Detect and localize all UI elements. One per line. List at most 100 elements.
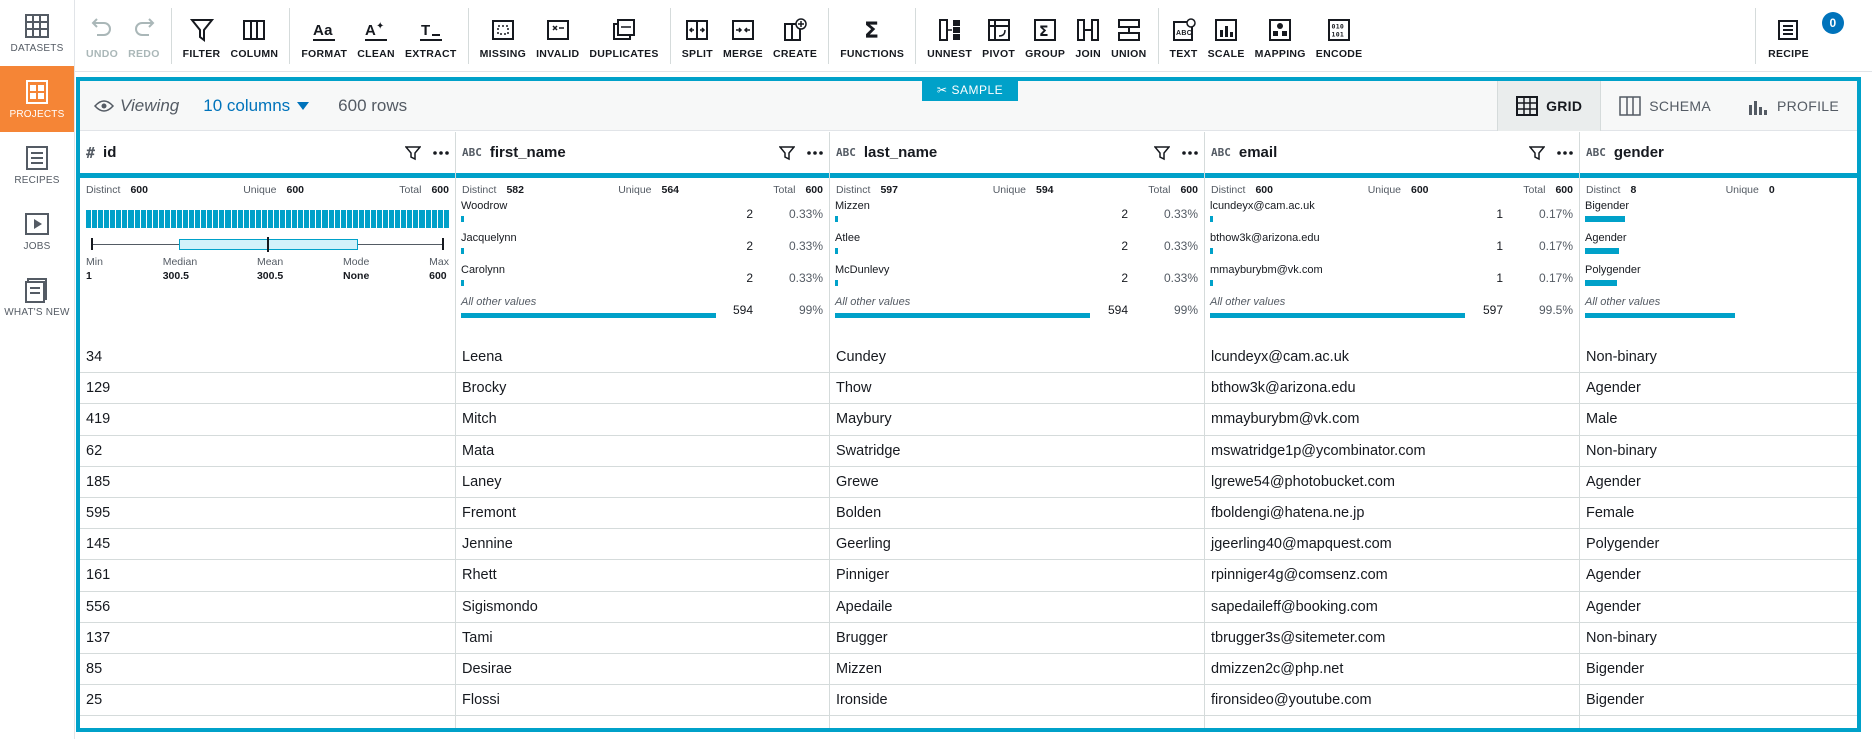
other-values[interactable]: All other values 594 99% [830, 296, 1204, 328]
table-cell[interactable]: 595 [80, 498, 455, 530]
table-cell[interactable]: Mitch [456, 404, 829, 436]
more-options-icon[interactable] [1182, 145, 1198, 161]
top-value[interactable]: Mizzen 2 0.33% [830, 200, 1204, 232]
column-header[interactable]: # id [80, 132, 455, 178]
table-cell[interactable]: Male [1580, 404, 1857, 436]
table-cell[interactable]: 129 [80, 373, 455, 405]
table-cell[interactable]: Non-binary [1580, 623, 1857, 654]
table-cell[interactable]: mmayburybm@vk.com [1205, 404, 1579, 436]
table-cell[interactable]: Polygender [1580, 529, 1857, 561]
filter-icon[interactable] [405, 145, 421, 161]
more-options-icon[interactable] [433, 145, 449, 161]
nav-jobs[interactable]: JOBS [0, 198, 74, 264]
table-cell[interactable]: Ironside [830, 685, 1204, 717]
table-cell[interactable]: Maybury [830, 404, 1204, 436]
table-cell[interactable]: Flossi [456, 685, 829, 717]
table-cell[interactable]: mswatridge1p@ycombinator.com [1205, 436, 1579, 467]
columns-dropdown[interactable]: 10 columns [203, 96, 310, 116]
table-cell[interactable]: fironsideo@youtube.com [1205, 685, 1579, 717]
sample-tag[interactable]: ✂ SAMPLE [922, 79, 1018, 101]
scale-button[interactable]: SCALE [1203, 8, 1250, 64]
table-cell[interactable]: jgeerling40@mapquest.com [1205, 529, 1579, 561]
top-value[interactable]: lcundeyx@cam.ac.uk 1 0.17% [1205, 200, 1579, 232]
table-cell[interactable]: 85 [80, 654, 455, 686]
other-values[interactable]: All other values3 [1580, 296, 1857, 328]
table-cell[interactable]: fboldengi@hatena.ne.jp [1205, 498, 1579, 530]
table-cell[interactable]: Agender [1580, 467, 1857, 498]
table-cell[interactable]: Brocky [456, 373, 829, 405]
table-cell[interactable]: Cundey [830, 342, 1204, 374]
table-cell[interactable]: tbrugger3s@sitemeter.com [1205, 623, 1579, 654]
top-value[interactable]: Carolynn 2 0.33% [456, 264, 829, 296]
table-cell[interactable]: Female [1580, 498, 1857, 530]
table-cell[interactable]: 185 [80, 467, 455, 498]
top-value[interactable]: McDunlevy 2 0.33% [830, 264, 1204, 296]
table-cell[interactable]: Agender [1580, 560, 1857, 592]
top-value[interactable]: mmayburybm@vk.com 1 0.17% [1205, 264, 1579, 296]
table-cell[interactable]: Jennine [456, 529, 829, 561]
other-values[interactable]: All other values 594 99% [456, 296, 829, 328]
mapping-button[interactable]: MAPPING [1250, 8, 1311, 64]
column-header[interactable]: ABC last_name [830, 132, 1204, 178]
tab-grid[interactable]: GRID [1497, 80, 1602, 131]
table-cell[interactable]: 137 [80, 623, 455, 654]
table-cell[interactable]: rpinniger4g@comsenz.com [1205, 560, 1579, 592]
split-button[interactable]: SPLIT [677, 8, 718, 64]
text-button[interactable]: ABC TEXT [1165, 8, 1203, 64]
column-header[interactable]: ABC email [1205, 132, 1579, 178]
table-cell[interactable]: 419 [80, 404, 455, 436]
missing-button[interactable]: MISSING [475, 8, 531, 64]
filter-icon[interactable] [779, 145, 795, 161]
filter-icon[interactable] [1154, 145, 1170, 161]
table-cell[interactable]: Laney [456, 467, 829, 498]
pivot-button[interactable]: PIVOT [977, 8, 1020, 64]
create-button[interactable]: CREATE [768, 8, 822, 64]
nav-whats-new[interactable]: WHAT'S NEW [0, 264, 74, 330]
table-cell[interactable]: dmizzen2c@php.net [1205, 654, 1579, 686]
top-value[interactable]: bthow3k@arizona.edu 1 0.17% [1205, 232, 1579, 264]
filter-icon[interactable] [1529, 145, 1545, 161]
table-cell[interactable]: Agender [1580, 373, 1857, 405]
table-cell[interactable]: Swatridge [830, 436, 1204, 467]
filter-button[interactable]: FILTER [178, 8, 226, 64]
tab-profile[interactable]: PROFILE [1729, 81, 1857, 131]
top-value[interactable]: Agender [1580, 232, 1857, 264]
top-value[interactable]: Bigender [1580, 200, 1857, 232]
table-cell[interactable]: Apedaile [830, 592, 1204, 623]
redo-button[interactable]: REDO [123, 8, 165, 64]
table-cell[interactable]: 161 [80, 560, 455, 592]
table-cell[interactable]: Bigender [1580, 654, 1857, 686]
nav-datasets[interactable]: DATASETS [0, 0, 74, 66]
recipe-button[interactable]: 0 RECIPE [1755, 7, 1844, 64]
table-cell[interactable]: Desirae [456, 654, 829, 686]
nav-projects[interactable]: PROJECTS [0, 66, 74, 132]
table-cell[interactable]: 34 [80, 342, 455, 374]
more-options-icon[interactable] [807, 145, 823, 161]
table-cell[interactable]: lgrewe54@photobucket.com [1205, 467, 1579, 498]
column-button[interactable]: COLUMN [225, 8, 283, 64]
table-cell[interactable]: Agender [1580, 592, 1857, 623]
group-button[interactable]: Σ GROUP [1020, 8, 1070, 64]
functions-button[interactable]: Σ FUNCTIONS [835, 8, 909, 64]
top-value[interactable]: Atlee 2 0.33% [830, 232, 1204, 264]
invalid-button[interactable]: INVALID [531, 8, 584, 64]
extract-button[interactable]: T EXTRACT [400, 8, 462, 64]
table-cell[interactable]: Fremont [456, 498, 829, 530]
join-button[interactable]: JOIN [1070, 8, 1106, 64]
table-cell[interactable]: lcundeyx@cam.ac.uk [1205, 342, 1579, 374]
other-values[interactable]: All other values 597 99.5% [1205, 296, 1579, 328]
undo-button[interactable]: UNDO [81, 8, 123, 64]
table-cell[interactable]: Leena [456, 342, 829, 374]
table-cell[interactable]: Thow [830, 373, 1204, 405]
table-cell[interactable]: Rhett [456, 560, 829, 592]
format-button[interactable]: Aa FORMAT [296, 8, 352, 64]
union-button[interactable]: UNION [1106, 8, 1151, 64]
more-options-icon[interactable] [1557, 145, 1573, 161]
table-cell[interactable]: Non-binary [1580, 342, 1857, 374]
nav-recipes[interactable]: RECIPES [0, 132, 74, 198]
table-cell[interactable]: Brugger [830, 623, 1204, 654]
table-cell[interactable]: Mizzen [830, 654, 1204, 686]
top-value[interactable]: Jacquelynn 2 0.33% [456, 232, 829, 264]
encode-button[interactable]: 010 101 ENCODE [1311, 8, 1368, 64]
top-value[interactable]: Woodrow 2 0.33% [456, 200, 829, 232]
